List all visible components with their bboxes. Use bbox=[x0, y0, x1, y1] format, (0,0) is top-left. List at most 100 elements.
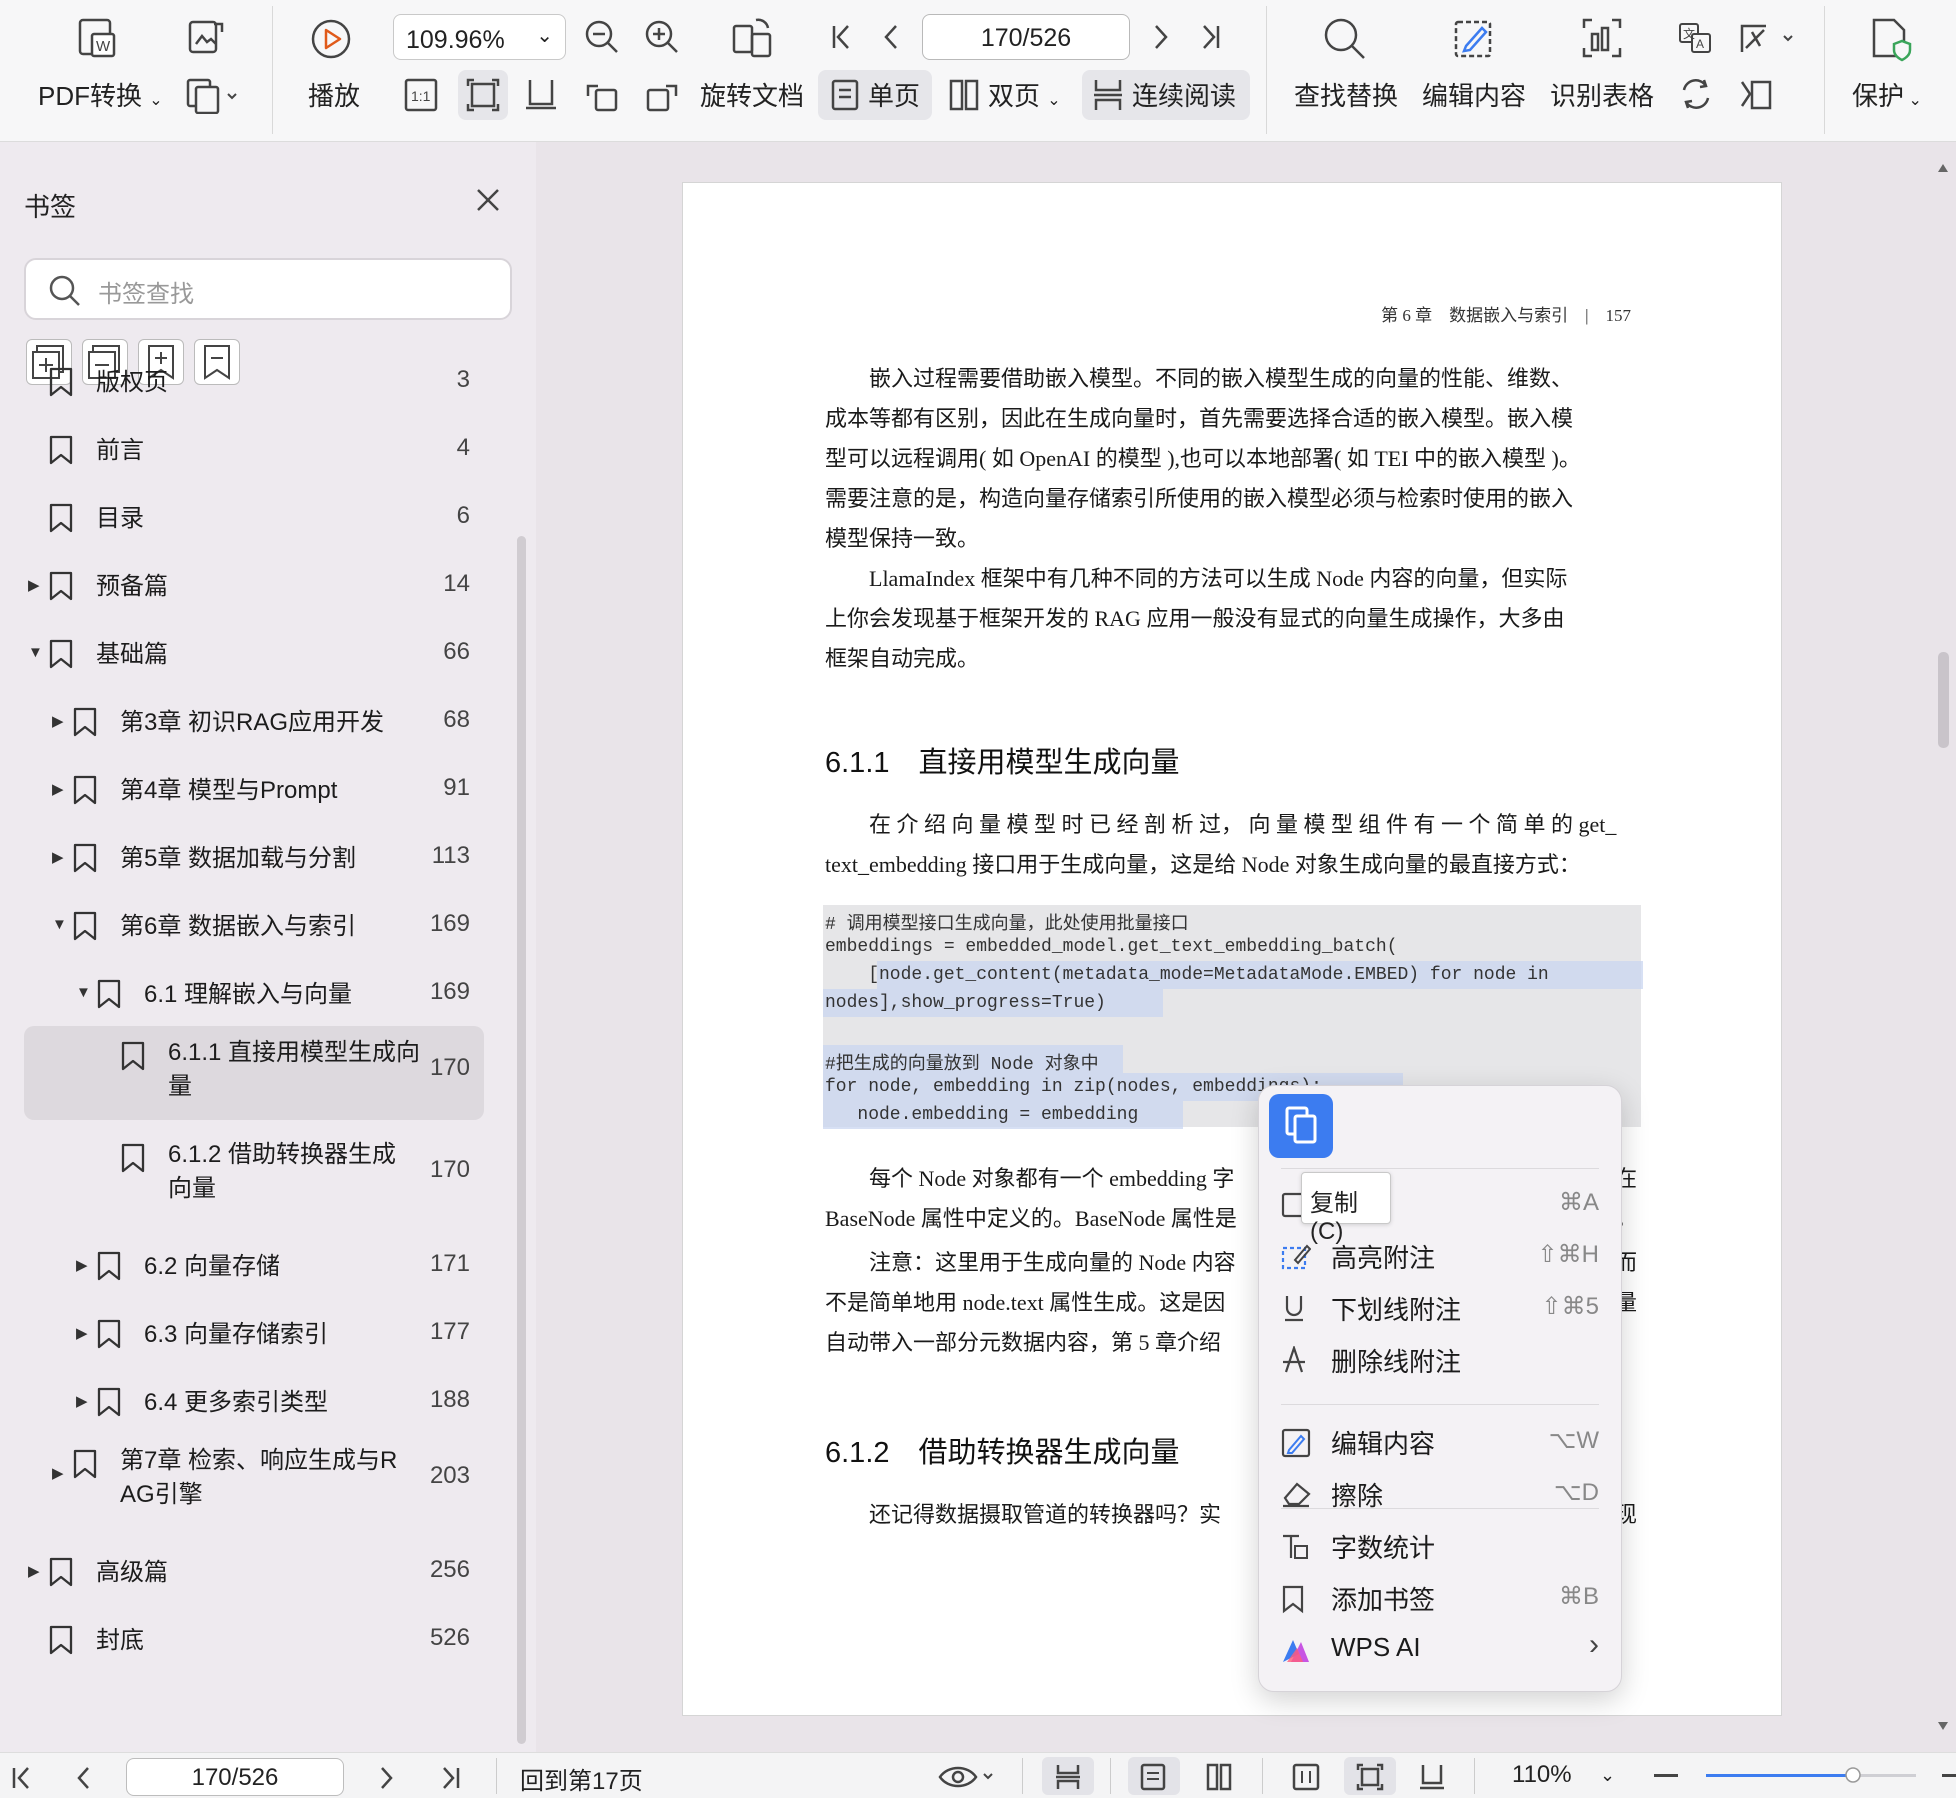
context-menu-item[interactable]: 删除线附注 bbox=[1259, 1334, 1623, 1382]
bookmark-item[interactable]: ▶ 6.2 向量存储 171 bbox=[0, 1234, 490, 1302]
prev-page-icon[interactable] bbox=[74, 1765, 94, 1791]
protect-button[interactable]: 保护 ⌄ bbox=[1852, 76, 1922, 113]
pdf-convert-label: PDF转换 bbox=[38, 81, 143, 111]
protect-icon[interactable] bbox=[1868, 16, 1912, 62]
caret-right-icon[interactable]: ▶ bbox=[76, 1324, 88, 1342]
bookmark-scrollbar[interactable] bbox=[517, 536, 526, 1744]
context-menu-item[interactable]: 添加书签 ⌘B bbox=[1259, 1572, 1623, 1620]
double-page-icon[interactable] bbox=[1206, 1763, 1232, 1791]
context-menu-item[interactable]: WPS AI › bbox=[1259, 1624, 1623, 1672]
bookmark-item[interactable]: 封底 526 bbox=[0, 1608, 490, 1676]
bookmark-item[interactable]: ▶ 第7章 检索、响应生成与R AG引擎 203 bbox=[0, 1438, 490, 1518]
bookmark-item[interactable]: ▶ 第4章 模型与Prompt 91 bbox=[0, 758, 490, 826]
caret-right-icon[interactable]: ▶ bbox=[52, 780, 64, 798]
search-icon[interactable] bbox=[1322, 16, 1368, 62]
bookmark-search-input[interactable]: 书签查找 bbox=[24, 258, 512, 320]
compare-icon[interactable] bbox=[1738, 78, 1774, 112]
zoom-in-icon[interactable] bbox=[1942, 1773, 1956, 1779]
first-page-icon[interactable] bbox=[828, 22, 856, 52]
rotate-right-icon[interactable] bbox=[644, 78, 680, 114]
last-page-icon[interactable] bbox=[1196, 22, 1224, 52]
edit-content-button[interactable]: 编辑内容 bbox=[1422, 76, 1526, 113]
status-zoom-value[interactable]: 110% bbox=[1512, 1761, 1572, 1789]
eye-icon[interactable] bbox=[938, 1763, 998, 1791]
caret-right-icon[interactable]: ▶ bbox=[28, 576, 40, 594]
document-scrollbar[interactable] bbox=[1931, 142, 1956, 1752]
page-number-input[interactable]: 170/526 bbox=[922, 14, 1130, 60]
pdf-convert-button[interactable]: PDF转换 ⌄ bbox=[38, 76, 163, 113]
caret-down-icon[interactable]: ▼ bbox=[76, 984, 91, 1001]
bookmark-item[interactable]: ▶ 6.4 更多索引类型 188 bbox=[0, 1370, 490, 1438]
chevron-down-icon: ⌄ bbox=[1904, 92, 1922, 109]
bookmark-item[interactable]: ▼ 第6章 数据嵌入与索引 169 bbox=[0, 894, 490, 962]
chevron-down-icon[interactable]: ⌄ bbox=[1600, 1765, 1615, 1786]
copy-icon[interactable] bbox=[1269, 1094, 1333, 1158]
fit-width-icon[interactable] bbox=[1418, 1763, 1446, 1791]
translate-icon[interactable]: 文A bbox=[1678, 22, 1714, 56]
bookmark-item[interactable]: ▶ 预备篇 14 bbox=[0, 554, 490, 622]
bookmark-item[interactable]: 6.1.1 直接用模型生成向量 170 bbox=[0, 1030, 490, 1110]
last-page-icon[interactable] bbox=[438, 1765, 462, 1791]
fit-width-icon[interactable] bbox=[524, 78, 558, 112]
back-to-page-link[interactable]: 回到第17页 bbox=[520, 1761, 643, 1796]
recognize-table-button[interactable]: 识别表格 bbox=[1550, 76, 1654, 113]
rotate-document-button[interactable]: 旋转文档 bbox=[700, 76, 804, 113]
zoom-select[interactable]: 109.96% ⌄ bbox=[393, 14, 566, 60]
caret-right-icon[interactable]: ▶ bbox=[52, 712, 64, 730]
convert-image-icon[interactable] bbox=[186, 18, 226, 58]
zoom-slider[interactable] bbox=[1706, 1767, 1916, 1783]
prev-page-icon[interactable] bbox=[880, 22, 904, 52]
rotate-left-icon[interactable] bbox=[584, 78, 620, 114]
page-tools-icon[interactable] bbox=[186, 78, 240, 114]
caret-down-icon[interactable]: ▼ bbox=[52, 916, 67, 933]
pdf-convert-icon[interactable]: W bbox=[78, 18, 118, 60]
context-menu-item[interactable]: 字数统计 bbox=[1259, 1520, 1623, 1568]
zoom-out-icon[interactable] bbox=[583, 18, 621, 56]
zoom-out-icon[interactable] bbox=[1654, 1773, 1678, 1779]
next-page-icon[interactable] bbox=[376, 1765, 396, 1791]
single-page-button[interactable]: 单页 bbox=[868, 76, 920, 113]
bookmark-item[interactable]: 版权页 3 bbox=[0, 350, 490, 418]
continuous-reading-button[interactable]: 连续阅读 bbox=[1132, 76, 1236, 113]
caret-right-icon[interactable]: ▶ bbox=[76, 1392, 88, 1410]
next-page-icon[interactable] bbox=[1148, 22, 1172, 52]
bookmark-item[interactable]: ▶ 第5章 数据加载与分割 113 bbox=[0, 826, 490, 894]
fit-page-icon[interactable] bbox=[1356, 1763, 1384, 1791]
bookmark-item[interactable]: ▶ 第3章 初识RAG应用开发 68 bbox=[0, 690, 490, 758]
zoom-slider-handle[interactable] bbox=[1845, 1767, 1861, 1783]
single-page-icon[interactable] bbox=[1140, 1763, 1166, 1791]
first-page-icon[interactable] bbox=[10, 1765, 34, 1791]
crop-icon[interactable] bbox=[1738, 22, 1798, 56]
edit-content-icon[interactable] bbox=[1452, 16, 1496, 60]
caret-right-icon[interactable]: ▶ bbox=[52, 1464, 64, 1482]
status-page-input[interactable]: 170/526 bbox=[126, 1758, 344, 1796]
bookmark-item[interactable]: ▼ 基础篇 66 bbox=[0, 622, 490, 690]
bookmark-icon bbox=[96, 1318, 122, 1350]
recognize-table-icon[interactable] bbox=[1580, 16, 1624, 60]
caret-right-icon[interactable]: ▶ bbox=[52, 848, 64, 866]
rotate-document-icon[interactable] bbox=[730, 16, 774, 60]
play-icon[interactable] bbox=[310, 18, 352, 60]
bookmark-item[interactable]: ▶ 高级篇 256 bbox=[0, 1540, 490, 1608]
caret-right-icon[interactable]: ▶ bbox=[28, 1562, 40, 1580]
caret-right-icon[interactable]: ▶ bbox=[76, 1256, 88, 1274]
convert-text-icon[interactable] bbox=[1678, 76, 1714, 112]
bookmark-item[interactable]: ▶ 6.3 向量存储索引 177 bbox=[0, 1302, 490, 1370]
double-page-button[interactable]: 双页 ⌄ bbox=[988, 76, 1061, 113]
zoom-in-icon[interactable] bbox=[643, 18, 681, 56]
caret-down-icon[interactable]: ▼ bbox=[28, 644, 43, 661]
code-line: nodes],show_progress=True) bbox=[825, 993, 1106, 1013]
bookmark-item[interactable]: 6.1.2 借助转换器生成 向量 170 bbox=[0, 1132, 490, 1212]
actual-size-icon[interactable]: 1:1 bbox=[404, 78, 438, 112]
play-button[interactable]: 播放 bbox=[308, 76, 360, 113]
bookmark-item[interactable]: ▼ 6.1 理解嵌入与向量 169 bbox=[0, 962, 490, 1030]
actual-size-icon[interactable] bbox=[1292, 1763, 1320, 1791]
fit-page-icon[interactable] bbox=[466, 78, 500, 112]
context-menu-item[interactable]: 编辑内容 ⌥W bbox=[1259, 1416, 1623, 1464]
find-replace-button[interactable]: 查找替换 bbox=[1294, 76, 1398, 113]
continuous-reading-icon[interactable] bbox=[1054, 1763, 1082, 1791]
bookmark-item[interactable]: 目录 6 bbox=[0, 486, 490, 554]
bookmark-item[interactable]: 前言 4 bbox=[0, 418, 490, 486]
close-icon[interactable] bbox=[474, 186, 502, 214]
context-menu-item[interactable]: 下划线附注 ⇧⌘5 bbox=[1259, 1282, 1623, 1330]
